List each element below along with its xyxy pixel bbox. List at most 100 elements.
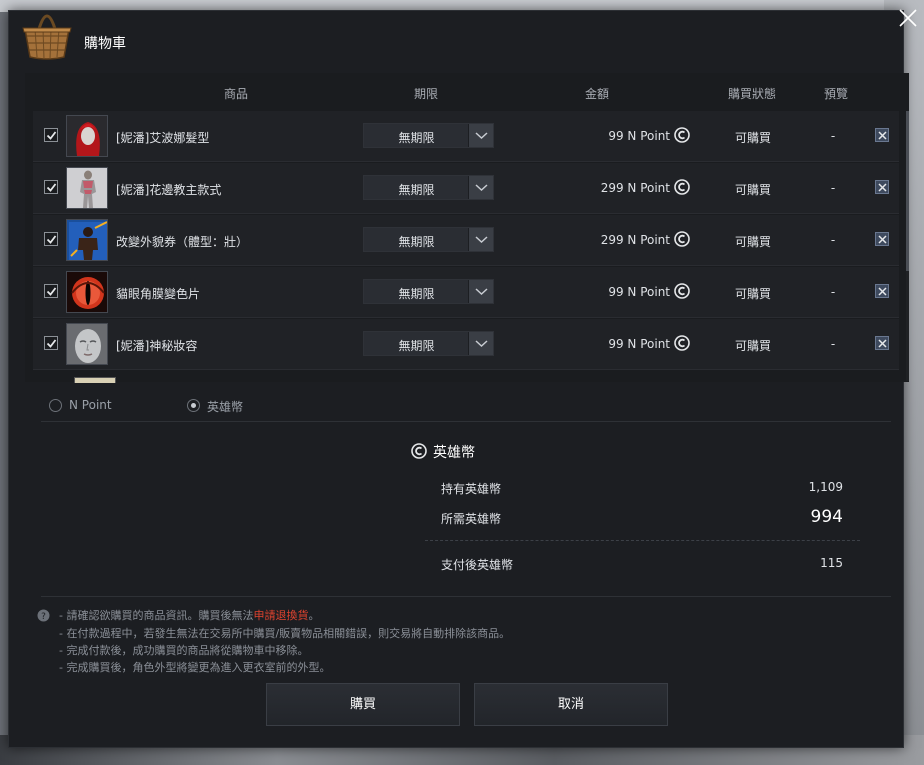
close-icon — [878, 287, 887, 296]
period-select[interactable]: 無期限 — [363, 175, 494, 200]
owned-coins-value: 1,109 — [808, 480, 843, 494]
item-preview: - — [830, 129, 836, 143]
item-name: 貓眼角膜變色片 — [116, 287, 201, 301]
item-status: 可購買 — [734, 131, 771, 145]
period-select[interactable]: 無期限 — [363, 279, 494, 304]
hero-coin-icon — [674, 335, 690, 351]
radio-label: 英雄幣 — [207, 400, 244, 414]
period-value: 無期限 — [398, 235, 435, 249]
check-icon — [46, 339, 57, 348]
close-button[interactable] — [896, 6, 924, 34]
item-name: [妮潘]艾波娜髮型 — [116, 131, 210, 145]
divider — [41, 421, 891, 422]
radio-circle — [49, 399, 62, 412]
cart-dialog: 購物車 商品 期限 金額 購買狀態 預覽 [妮潘]艾波娜髮型 無期限 99 N … — [8, 10, 909, 748]
remove-item-button[interactable] — [875, 284, 889, 298]
chevron-down-icon[interactable] — [468, 280, 493, 303]
item-preview: - — [830, 285, 836, 299]
hero-coin-icon — [411, 443, 427, 459]
help-icon: ? — [37, 609, 50, 622]
item-preview: - — [830, 181, 836, 195]
cat-eye-icon — [67, 272, 107, 312]
body-coupon-icon — [67, 220, 107, 260]
item-price: 99 N Point — [608, 285, 670, 299]
cart-row: 改變外貌券（體型：壯） 無期限 299 N Point 可購買 - — [33, 215, 899, 266]
item-checkbox[interactable] — [44, 336, 58, 350]
chevron-down-icon[interactable] — [468, 228, 493, 251]
check-icon — [46, 235, 57, 244]
hero-coin-icon — [674, 179, 690, 195]
note-line-3: - 完成付款後，成功購買的商品將從購物車中移除。 — [59, 644, 309, 657]
next-item-thumbnail — [74, 377, 116, 383]
radio-selected-dot — [191, 403, 196, 408]
buy-button[interactable]: 購買 — [266, 683, 460, 726]
close-icon — [878, 235, 887, 244]
close-icon — [878, 131, 887, 140]
required-coins-label: 所需英雄幣 — [441, 512, 502, 526]
remove-item-button[interactable] — [875, 128, 889, 142]
note-highlight: 申請退換貨 — [253, 609, 309, 622]
chevron-down-icon[interactable] — [468, 124, 493, 147]
hero-coin-icon — [674, 127, 690, 143]
hero-coin-icon — [674, 231, 690, 247]
cart-row: [妮潘]艾波娜髮型 無期限 99 N Point 可購買 - — [33, 111, 899, 162]
period-value: 無期限 — [398, 339, 435, 353]
cancel-button[interactable]: 取消 — [474, 683, 668, 726]
cart-row: 貓眼角膜變色片 無期限 99 N Point 可購買 - — [33, 267, 899, 318]
summary-title: 英雄幣 — [411, 441, 551, 461]
divider — [41, 596, 891, 597]
basket-icon — [19, 11, 75, 61]
period-select[interactable]: 無期限 — [363, 331, 494, 356]
cart-row: [妮潘]花邊教主款式 無期限 299 N Point 可購買 - — [33, 163, 899, 214]
column-amount: 金額 — [584, 87, 610, 101]
radio-n-point[interactable]: N Point — [49, 396, 129, 416]
column-period: 期限 — [413, 87, 439, 101]
window-title: 購物車 — [84, 36, 126, 52]
item-price: 299 N Point — [600, 233, 670, 247]
remove-item-button[interactable] — [875, 232, 889, 246]
item-price: 299 N Point — [600, 181, 670, 195]
column-product: 商品 — [223, 87, 249, 101]
radio-label: N Point — [69, 398, 112, 412]
red-hair-icon — [67, 116, 107, 156]
chevron-down-icon[interactable] — [468, 176, 493, 199]
item-name: [妮潘]神秘妝容 — [116, 339, 198, 353]
summary-divider — [425, 540, 860, 541]
svg-text:?: ? — [41, 612, 46, 622]
close-icon — [878, 183, 887, 192]
item-price: 99 N Point — [608, 129, 670, 143]
scrollbar-thumb[interactable] — [906, 111, 909, 271]
remove-item-button[interactable] — [875, 336, 889, 350]
chevron-down-icon[interactable] — [468, 332, 493, 355]
remove-item-button[interactable] — [875, 180, 889, 194]
item-checkbox[interactable] — [44, 180, 58, 194]
period-value: 無期限 — [398, 131, 435, 145]
outfit-icon — [67, 168, 107, 208]
check-icon — [46, 183, 57, 192]
item-name: 改變外貌券（體型：壯） — [116, 235, 249, 249]
period-select[interactable]: 無期限 — [363, 227, 494, 252]
radio-circle — [187, 399, 200, 412]
close-icon — [899, 9, 917, 27]
item-status: 可購買 — [734, 339, 771, 353]
item-checkbox[interactable] — [44, 232, 58, 246]
radio-hero-coin[interactable]: 英雄幣 — [187, 396, 267, 416]
period-select[interactable]: 無期限 — [363, 123, 494, 148]
item-thumbnail — [66, 271, 108, 313]
column-status: 購買狀態 — [727, 87, 777, 101]
column-preview: 預覽 — [823, 87, 849, 101]
item-thumbnail — [66, 323, 108, 365]
item-status: 可購買 — [734, 183, 771, 197]
item-status: 可購買 — [734, 287, 771, 301]
item-status: 可購買 — [734, 235, 771, 249]
item-checkbox[interactable] — [44, 128, 58, 142]
check-icon — [46, 131, 57, 140]
period-value: 無期限 — [398, 183, 435, 197]
item-checkbox[interactable] — [44, 284, 58, 298]
hero-coin-icon — [674, 283, 690, 299]
cart-list-panel: 商品 期限 金額 購買狀態 預覽 [妮潘]艾波娜髮型 無期限 99 N Poin… — [25, 73, 909, 383]
cart-row: [妮潘]神秘妝容 無期限 99 N Point 可購買 - — [33, 319, 899, 370]
after-payment-label: 支付後英雄幣 — [441, 558, 514, 572]
face-icon — [67, 324, 107, 364]
currency-selector: N Point 英雄幣 — [49, 396, 899, 420]
